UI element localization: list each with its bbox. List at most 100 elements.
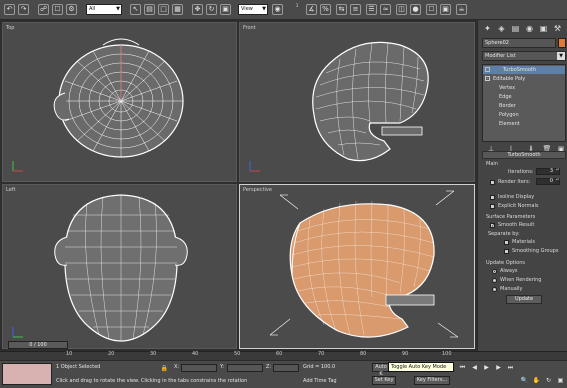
time-slider[interactable]: 0 / 100 bbox=[8, 341, 68, 349]
turbosmooth-rollout-header[interactable]: TurboSmooth bbox=[482, 151, 566, 159]
play-icon[interactable]: ▶ bbox=[482, 363, 491, 372]
stack-subobject-vertex[interactable]: Vertex bbox=[483, 84, 565, 92]
rotate-icon[interactable]: ↻ bbox=[206, 4, 217, 15]
viewport-left[interactable]: Left bbox=[2, 184, 237, 349]
key-filters-button[interactable]: Key Filters... bbox=[414, 376, 450, 385]
mirror-icon[interactable]: ⇆ bbox=[336, 4, 347, 15]
stack-subobject-border[interactable]: Border bbox=[483, 102, 565, 110]
isoline-display-checkbox[interactable] bbox=[490, 195, 495, 200]
select-by-name-icon[interactable]: ▤ bbox=[144, 4, 155, 15]
pivot-center-icon[interactable]: ◉ bbox=[272, 4, 283, 15]
stack-subobject-edge[interactable]: Edge bbox=[483, 93, 565, 101]
align-icon[interactable]: ≡ bbox=[350, 4, 361, 15]
angle-snap-icon[interactable]: ∡ bbox=[306, 4, 317, 15]
undo-icon[interactable]: ↶ bbox=[4, 4, 15, 15]
lock-selection-icon[interactable]: 🔒 bbox=[160, 364, 169, 373]
go-to-start-icon[interactable]: ⏮ bbox=[458, 363, 467, 372]
expand-icon[interactable]: - bbox=[485, 76, 490, 82]
iterations-spinner[interactable]: 3 bbox=[536, 168, 560, 175]
manually-radio[interactable] bbox=[492, 287, 497, 292]
render-iters-spinner[interactable]: 0 bbox=[536, 178, 560, 185]
ruler-tick: 40 bbox=[192, 351, 199, 357]
move-icon[interactable]: ✥ bbox=[192, 4, 203, 15]
timeline-ruler[interactable]: 10 20 30 40 50 60 70 80 90 100 bbox=[0, 351, 567, 360]
reference-coord-dropdown[interactable]: View bbox=[238, 4, 268, 15]
stack-subobject-element[interactable]: Element bbox=[483, 120, 565, 128]
chevron-down-icon: ▼ bbox=[557, 52, 565, 60]
schematic-view-icon[interactable]: ◫ bbox=[396, 4, 407, 15]
render-iters-label: Render Iters: bbox=[498, 179, 531, 185]
explicit-normals-checkbox[interactable] bbox=[490, 204, 495, 209]
stack-item-editable-poly[interactable]: - Editable Poly bbox=[483, 75, 565, 83]
add-time-tag[interactable]: Add Time Tag bbox=[303, 378, 337, 385]
pan-icon[interactable]: ✋ bbox=[532, 376, 541, 385]
stack-subobject-polygon[interactable]: Polygon bbox=[483, 111, 565, 119]
grid-size: Grid = 100.0 bbox=[303, 364, 336, 370]
redo-icon[interactable]: ↷ bbox=[18, 4, 29, 15]
render-iters-checkbox[interactable] bbox=[490, 180, 495, 185]
render-setup-icon[interactable]: ☐ bbox=[426, 4, 437, 15]
always-radio[interactable] bbox=[492, 269, 497, 274]
motion-tab-icon[interactable]: ◉ bbox=[524, 23, 535, 34]
iterations-label: Iterations: bbox=[508, 169, 534, 175]
window-crossing-icon[interactable]: ▦ bbox=[172, 4, 183, 15]
lightbulb-icon[interactable] bbox=[485, 67, 490, 72]
orbit-icon[interactable]: ↻ bbox=[544, 376, 553, 385]
rendered-frame-icon[interactable]: ▣ bbox=[440, 4, 451, 15]
ruler-tick: 80 bbox=[360, 351, 367, 357]
percent-snap-icon[interactable]: % bbox=[320, 4, 331, 15]
snap-toggle-icon[interactable]: 3 bbox=[292, 3, 302, 8]
viewport-top[interactable]: Top bbox=[2, 22, 237, 182]
smooth-result-label: Smooth Result bbox=[498, 222, 535, 228]
viewport-area: Top Front Left Perspective bbox=[0, 20, 477, 351]
prompt-line: Click and drag to rotate the view. Click… bbox=[56, 378, 248, 384]
materials-checkbox[interactable] bbox=[504, 240, 509, 245]
hierarchy-tab-icon[interactable]: ▤ bbox=[510, 23, 521, 34]
object-color-swatch[interactable] bbox=[558, 38, 566, 48]
ruler-tick: 60 bbox=[276, 351, 283, 357]
modifier-list-dropdown[interactable]: Modifier List ▼ bbox=[482, 51, 566, 61]
unlink-icon[interactable]: ☐ bbox=[52, 4, 63, 15]
viewport-front[interactable]: Front bbox=[239, 22, 475, 182]
quick-render-icon[interactable]: ☕ bbox=[456, 4, 467, 15]
display-tab-icon[interactable]: ▣ bbox=[538, 23, 549, 34]
y-coord-field[interactable] bbox=[227, 364, 263, 372]
when-rendering-radio[interactable] bbox=[492, 278, 497, 283]
zoom-icon[interactable]: 🔍 bbox=[520, 376, 529, 385]
smoothing-groups-label: Smoothing Groups bbox=[512, 248, 559, 254]
auto-key-tooltip: Toggle Auto Key Mode bbox=[388, 362, 454, 372]
axis-tripod bbox=[12, 327, 23, 338]
layer-manager-icon[interactable]: ☰ bbox=[366, 4, 377, 15]
command-panel: ✦ ◈ ▤ ◉ ▣ ⚒ Sphere02 Modifier List ▼ Tur… bbox=[477, 20, 567, 351]
rectangular-selection-icon[interactable]: □ bbox=[158, 4, 169, 15]
maxscript-listener[interactable] bbox=[2, 363, 52, 385]
smooth-result-checkbox[interactable]: ✓ bbox=[490, 223, 495, 229]
go-to-end-icon[interactable]: ⏭ bbox=[506, 363, 515, 372]
z-coord-field[interactable] bbox=[273, 364, 299, 372]
modify-tab-icon[interactable]: ◈ bbox=[496, 23, 507, 34]
x-coord-field[interactable] bbox=[181, 364, 217, 372]
next-frame-icon[interactable]: ▶ bbox=[494, 363, 503, 372]
maximize-viewport-icon[interactable]: ▣ bbox=[556, 376, 565, 385]
bind-space-warp-icon[interactable]: ⚙ bbox=[66, 4, 77, 15]
curve-editor-icon[interactable]: ≈ bbox=[380, 4, 391, 15]
selection-filter-dropdown[interactable]: All bbox=[86, 4, 122, 15]
object-name-field[interactable]: Sphere02 bbox=[482, 38, 556, 48]
select-object-icon[interactable]: ↖ bbox=[130, 4, 141, 15]
smoothing-groups-checkbox[interactable] bbox=[504, 249, 509, 254]
utilities-tab-icon[interactable]: ⚒ bbox=[552, 23, 563, 34]
ruler-tick: 30 bbox=[150, 351, 157, 357]
modifier-list-label: Modifier List bbox=[485, 53, 516, 59]
material-editor-icon[interactable]: ● bbox=[410, 4, 421, 15]
previous-frame-icon[interactable]: ◀ bbox=[470, 363, 479, 372]
viewport-perspective[interactable]: Perspective bbox=[239, 184, 475, 349]
main-toolbar: ↶ ↷ ☍ ☐ ⚙ All ↖ ▤ □ ▦ ✥ ↻ ▣ View ◉ 3 ∡ %… bbox=[0, 0, 567, 20]
stack-item-turbosmooth[interactable]: TurboSmooth bbox=[483, 66, 565, 74]
set-key-button[interactable]: Set Key bbox=[372, 376, 396, 385]
manually-label: Manually bbox=[500, 286, 523, 292]
create-tab-icon[interactable]: ✦ bbox=[482, 23, 493, 34]
ruler-tick: 10 bbox=[66, 351, 73, 357]
scale-icon[interactable]: ▣ bbox=[220, 4, 231, 15]
update-button[interactable]: Update bbox=[506, 295, 542, 304]
select-link-icon[interactable]: ☍ bbox=[38, 4, 49, 15]
